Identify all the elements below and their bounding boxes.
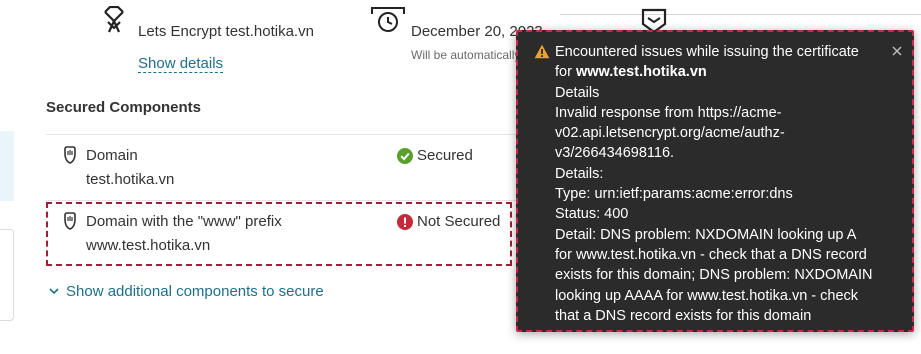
- component-row-domain[interactable]: Domain test.hotika.vn Secured: [46, 136, 516, 200]
- toast-line: that a DNS record exists for this domain: [555, 307, 812, 324]
- top-divider: [560, 14, 921, 15]
- error-toast: Encountered issues while issuing the cer…: [516, 30, 914, 332]
- show-additional-components-link[interactable]: Show additional components to secure: [48, 283, 324, 300]
- component-name: Domain with the "www" prefix: [86, 213, 282, 230]
- toast-line: looking up AAAA for www.test.hotika.vn -…: [555, 287, 859, 304]
- chevron-down-icon: [49, 288, 59, 295]
- status-not-secured: Not Secured: [417, 213, 501, 230]
- toast-line: Type: urn:ietf:params:acme:error:dns: [555, 186, 793, 203]
- toast-domain: www.test.hotika.vn: [575, 64, 707, 81]
- show-additional-label: Show additional components to secure: [66, 283, 324, 300]
- component-name: Domain: [86, 147, 138, 164]
- status-secured: Secured: [417, 147, 473, 164]
- certificate-icon: [104, 6, 124, 33]
- calendar-clock-icon: [371, 7, 405, 32]
- toast-line: v3/266434698116.: [555, 145, 675, 162]
- toast-title: Encountered issues while issuing the cer…: [555, 44, 859, 60]
- warning-icon: [534, 44, 550, 59]
- toast-line: Details:: [555, 165, 604, 182]
- toast-line: Detail: DNS problem: NXDOMAIN looking up…: [555, 226, 857, 243]
- toast-title-domain-line: for www.test.hotika.vn: [555, 64, 707, 81]
- certificate-name: Lets Encrypt test.hotika.vn: [138, 23, 314, 40]
- component-row-www-domain[interactable]: Domain with the "www" prefix www.test.ho…: [46, 202, 512, 266]
- check-circle-icon: [397, 148, 413, 164]
- toast-line: Invalid response from https://acme-: [555, 104, 782, 121]
- toast-details-label: Details: [555, 84, 600, 101]
- toast-line: Status: 400: [555, 206, 629, 223]
- toast-message: Encountered issues while issuing the cer…: [555, 42, 885, 326]
- row-divider: [46, 134, 516, 135]
- component-host: www.test.hotika.vn: [86, 237, 211, 254]
- shield-icon: [64, 146, 76, 164]
- component-host: test.hotika.vn: [86, 171, 175, 188]
- section-title: Secured Components: [46, 99, 202, 116]
- close-icon[interactable]: [890, 44, 904, 58]
- error-circle-icon: [397, 214, 413, 230]
- row-divider: [46, 200, 516, 201]
- shield-icon: [64, 212, 76, 230]
- show-details-link[interactable]: Show details: [138, 55, 224, 73]
- toast-line: exists for this domain; DNS problem: NXD…: [555, 267, 873, 284]
- left-panel-edge: [0, 131, 14, 201]
- left-panel-card: [0, 229, 14, 321]
- toast-line: for www.test.hotika.vn - check that a DN…: [555, 246, 867, 263]
- toast-line: v02.api.letsencrypt.org/acme/authz-: [555, 125, 785, 142]
